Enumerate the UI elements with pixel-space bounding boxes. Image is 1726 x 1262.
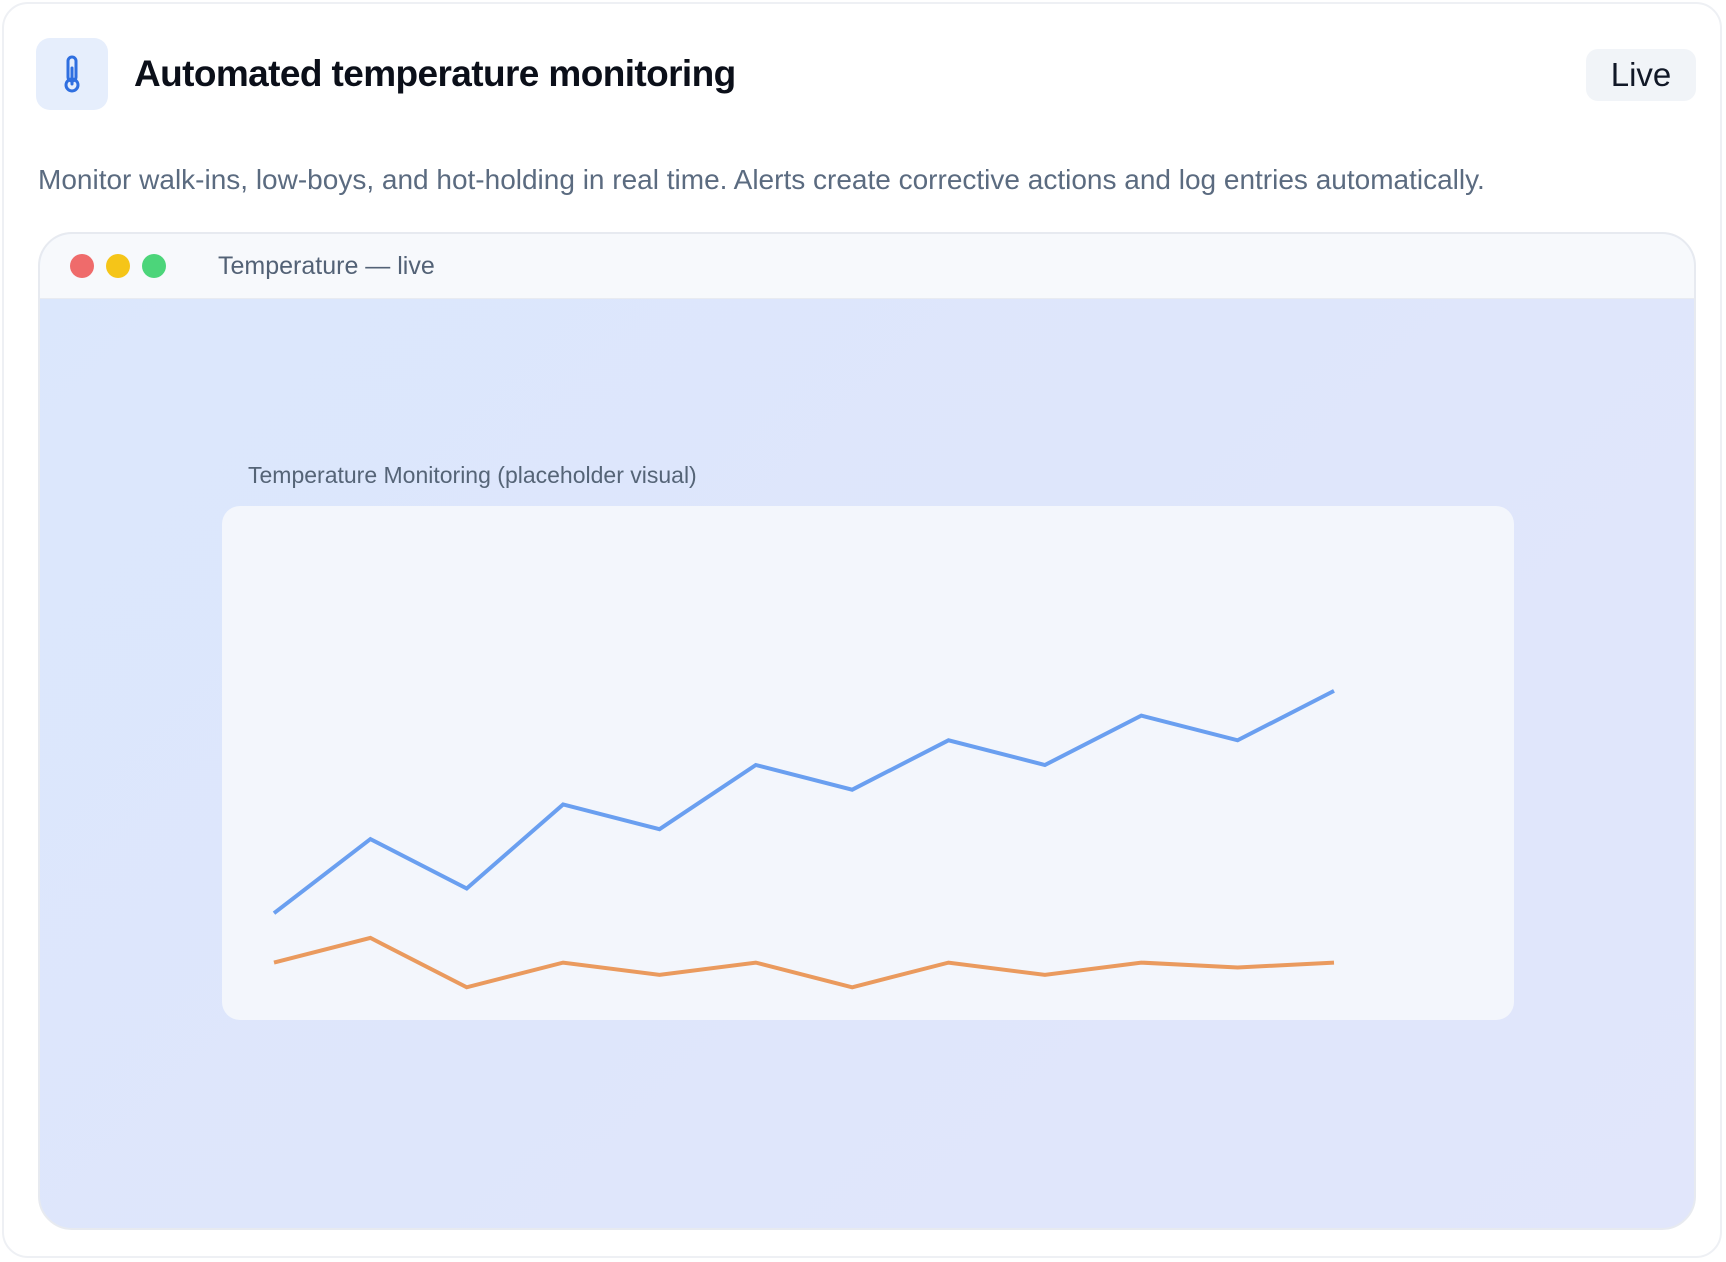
card-description: Monitor walk-ins, low-boys, and hot-hold… [38, 164, 1485, 195]
live-status-badge: Live [1586, 49, 1696, 101]
window-close-button[interactable] [70, 254, 94, 278]
window-title: Temperature — live [218, 252, 435, 280]
window-minimize-button[interactable] [106, 254, 130, 278]
series-line-2 [273, 935, 1335, 990]
chart-panel [222, 506, 1514, 1020]
chart-caption: Temperature Monitoring (placeholder visu… [248, 462, 697, 488]
series-line-1 [272, 689, 1335, 915]
thermometer-icon [64, 55, 80, 93]
window-zoom-button[interactable] [142, 254, 166, 278]
preview-window: Temperature — live Temperature Monitorin… [38, 232, 1696, 1230]
feature-card: Automated temperature monitoring Live Mo… [2, 2, 1722, 1258]
card-title: Automated temperature monitoring [134, 53, 736, 94]
window-titlebar: Temperature — live [40, 234, 1694, 299]
thermometer-icon-tile [36, 38, 108, 110]
temperature-line-chart [272, 689, 1335, 990]
